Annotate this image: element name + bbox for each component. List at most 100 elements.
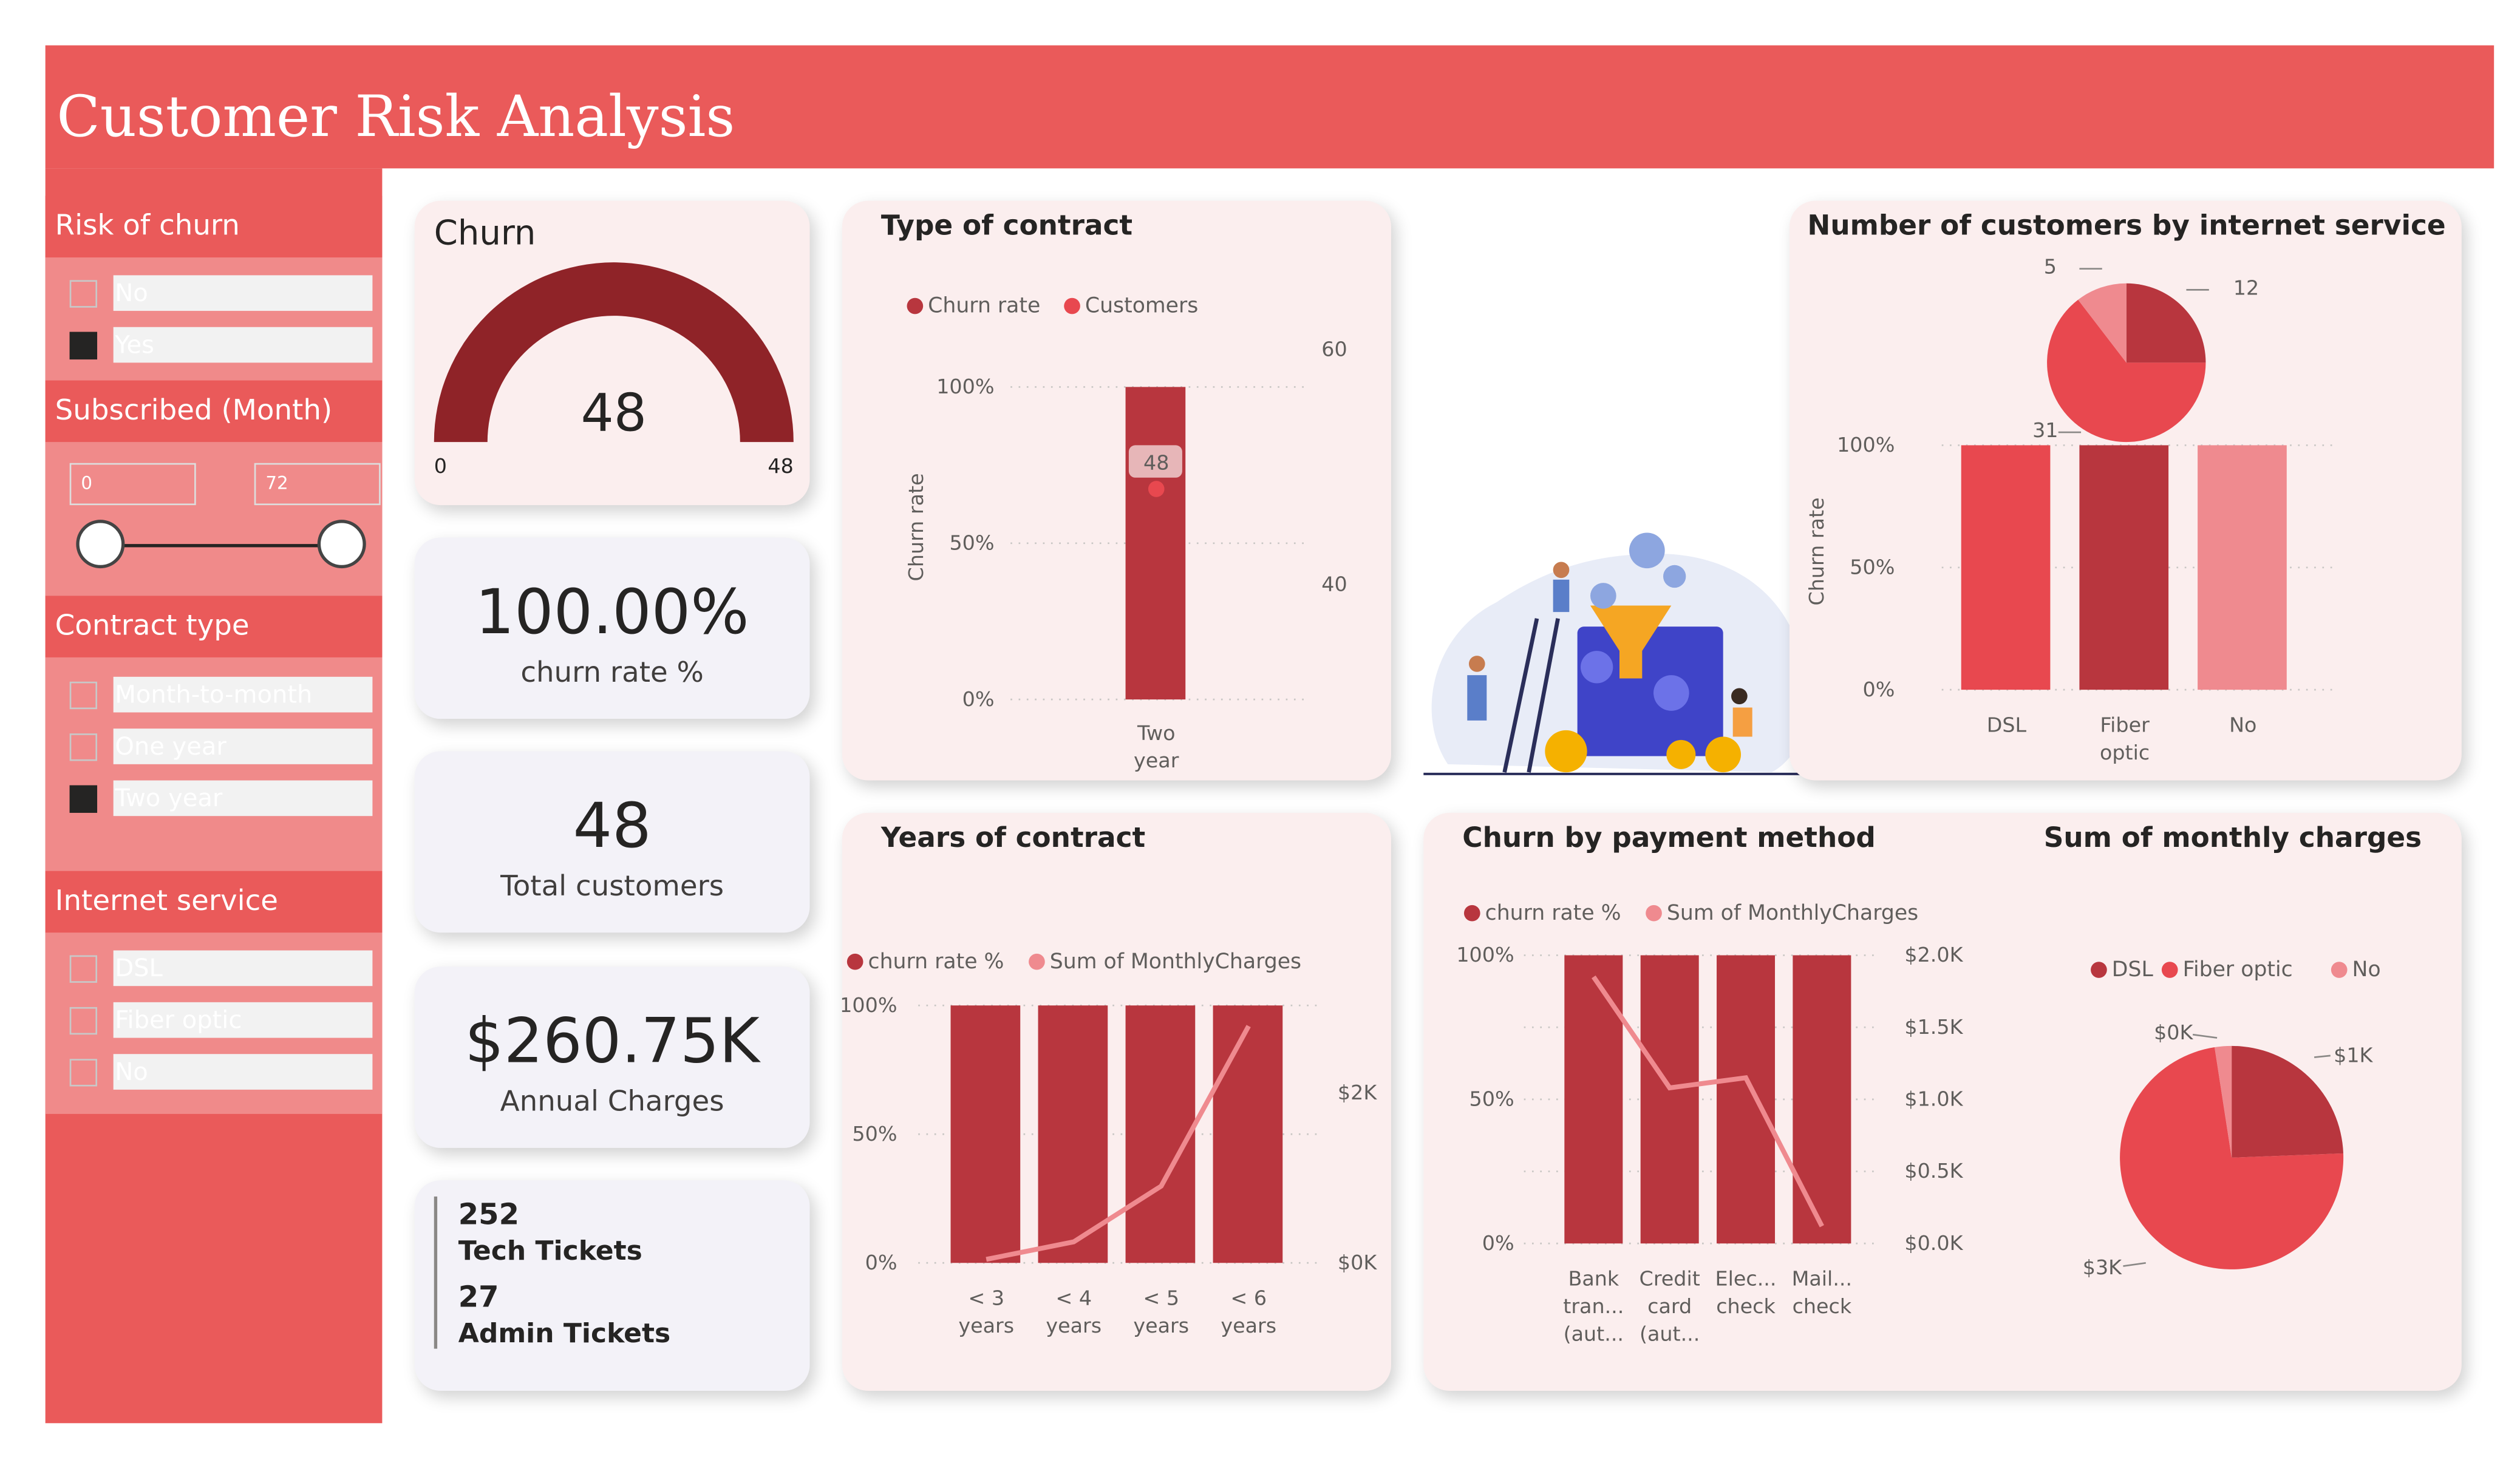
monthly-charges-line [1592, 975, 1824, 1228]
internet-option-dsl[interactable]: DSL [69, 950, 374, 987]
payment-chart: churn rate % Sum of MonthlyCharges 100% 50%… [1456, 901, 2381, 1345]
subscribed-min-input[interactable]: 0 [69, 463, 196, 506]
contract-option-month[interactable]: Month-to-month [69, 676, 374, 713]
x-tick-label: years [1221, 1314, 1276, 1337]
checkbox-checked[interactable] [69, 331, 98, 360]
checkbox[interactable] [69, 1059, 98, 1087]
pie-label: $3K [2083, 1255, 2122, 1279]
x-tick-label: (aut... [1564, 1322, 1624, 1345]
checkbox[interactable] [69, 1007, 98, 1035]
x-tick-label: Fiber [2100, 713, 2150, 736]
x-tick-label: (aut... [1640, 1322, 1700, 1345]
bar-payment [1564, 955, 1623, 1244]
tech-tickets-label: Tech Tickets [458, 1235, 642, 1266]
legend-label: Fiber optic [2183, 957, 2293, 982]
years-chart: churn rate % Sum of MonthlyCharges 100% 50%… [842, 949, 1378, 1337]
charges-kpi-card: $260.75K Annual Charges [414, 966, 810, 1148]
legend-label: No [2352, 957, 2381, 982]
contract-option-two-year[interactable]: Two year [69, 780, 374, 817]
bar-payment [1793, 955, 1851, 1244]
charges-value: $260.75K [465, 1005, 760, 1077]
bar-years [1213, 1005, 1283, 1263]
charges-label: Annual Charges [500, 1086, 724, 1119]
legend-marker [1064, 297, 1080, 314]
gauge-min-label: 0 [434, 454, 447, 478]
y-tick-label: 50% [1850, 555, 1895, 579]
coin-icon [1666, 739, 1696, 769]
pie-slice-dsl [2126, 283, 2206, 363]
x-tick-label: year [1134, 749, 1179, 772]
checkbox[interactable] [69, 955, 98, 983]
user-icon [1590, 583, 1616, 609]
checkbox[interactable] [69, 681, 98, 710]
y-tick-label: 0% [1482, 1231, 1514, 1255]
bar-payment [1640, 955, 1699, 1244]
risk-option-yes[interactable]: Yes [69, 327, 374, 363]
legend-marker [1029, 953, 1045, 970]
contract-option-one-year[interactable]: One year [69, 728, 374, 764]
y-tick-label: 0% [865, 1251, 897, 1274]
customers-point [1148, 481, 1165, 497]
x-tick-label: Two [1137, 721, 1176, 745]
pie-label: $1K [2334, 1044, 2373, 1067]
x-tick-label: Mail... [1792, 1267, 1852, 1291]
checkbox-checked[interactable] [69, 785, 98, 813]
y-axis-title: Churn rate [1805, 497, 1828, 605]
legend-label: Sum of MonthlyCharges [1050, 949, 1301, 974]
y-axis-title: Churn rate [904, 473, 928, 581]
internet-option-no[interactable]: No [69, 1054, 374, 1090]
contract-chart-card: Type of contract Churn rate Customers 100%… [842, 200, 1391, 781]
legend-label: churn rate % [868, 949, 1004, 974]
y2-tick-label: $2.0K [1904, 943, 1963, 966]
bar-two-year [1125, 387, 1186, 700]
x-tick-label: tran... [1563, 1294, 1624, 1318]
x-tick-label: < 3 [968, 1286, 1004, 1310]
y-tick-label: 100% [936, 375, 994, 398]
data-label: 48 [1143, 450, 1169, 474]
bar-dsl [1961, 445, 2051, 690]
pie-slice-dsl [2232, 1045, 2344, 1158]
checkbox[interactable] [69, 733, 98, 761]
bar-years [950, 1005, 1021, 1263]
y2-tick-label: $0.5K [1904, 1159, 1963, 1183]
legend-label: Sum of MonthlyCharges [1667, 901, 1918, 925]
person-head [1553, 562, 1570, 579]
user-icon [1663, 565, 1686, 588]
x-tick-label: check [1793, 1294, 1852, 1318]
x-tick-label: Credit [1640, 1267, 1700, 1291]
y-tick-label: 0% [1863, 678, 1895, 701]
internet-filter-title: Internet service [45, 871, 383, 933]
x-tick-label: < 5 [1143, 1286, 1179, 1310]
x-tick-label: check [1716, 1294, 1776, 1318]
legend-label: DSL [2112, 957, 2154, 982]
internet-chart: 12 31 5 100% 50% 0% Churn rate DSL Fiber optic No [1805, 255, 2332, 764]
legend-marker [846, 953, 863, 970]
legend-marker [2331, 962, 2348, 978]
y-tick-label: 50% [852, 1122, 897, 1146]
years-chart-card: Years of contract churn rate % Sum of Mon… [842, 812, 1391, 1391]
page-title: Customer Risk Analysis [56, 86, 735, 151]
x-tick-label: card [1647, 1294, 1692, 1318]
tickets-card: 252 Tech Tickets 27 Admin Tickets [414, 1180, 810, 1391]
customers-label: Total customers [500, 871, 724, 904]
legend-marker [2091, 962, 2107, 978]
range-slider-min-handle[interactable] [76, 520, 125, 569]
y-tick-label: 100% [1456, 943, 1514, 966]
checkbox[interactable] [69, 280, 98, 308]
risk-option-no[interactable]: No [69, 275, 374, 311]
customers-kpi-card: 48 Total customers [414, 751, 810, 933]
legend-label: Customers [1085, 294, 1198, 318]
y2-tick-label: $0.0K [1904, 1231, 1963, 1255]
pie-label: 12 [2233, 276, 2259, 299]
legend-marker [907, 297, 924, 314]
header-bar: Customer Risk Analysis [45, 45, 2494, 169]
internet-option-fiber[interactable]: Fiber optic [69, 1002, 374, 1038]
range-slider-max-handle[interactable] [317, 520, 366, 569]
x-tick-label: Elec... [1715, 1267, 1777, 1291]
subscribed-max-input[interactable]: 72 [254, 463, 381, 506]
y2-tick-label: 60 [1321, 338, 1347, 361]
pie-leader-line [2314, 1055, 2331, 1058]
y2-tick-label: $1.5K [1904, 1015, 1963, 1039]
subscribed-filter-title: Subscribed (Month) [45, 380, 383, 443]
range-slider-track[interactable] [100, 544, 344, 548]
